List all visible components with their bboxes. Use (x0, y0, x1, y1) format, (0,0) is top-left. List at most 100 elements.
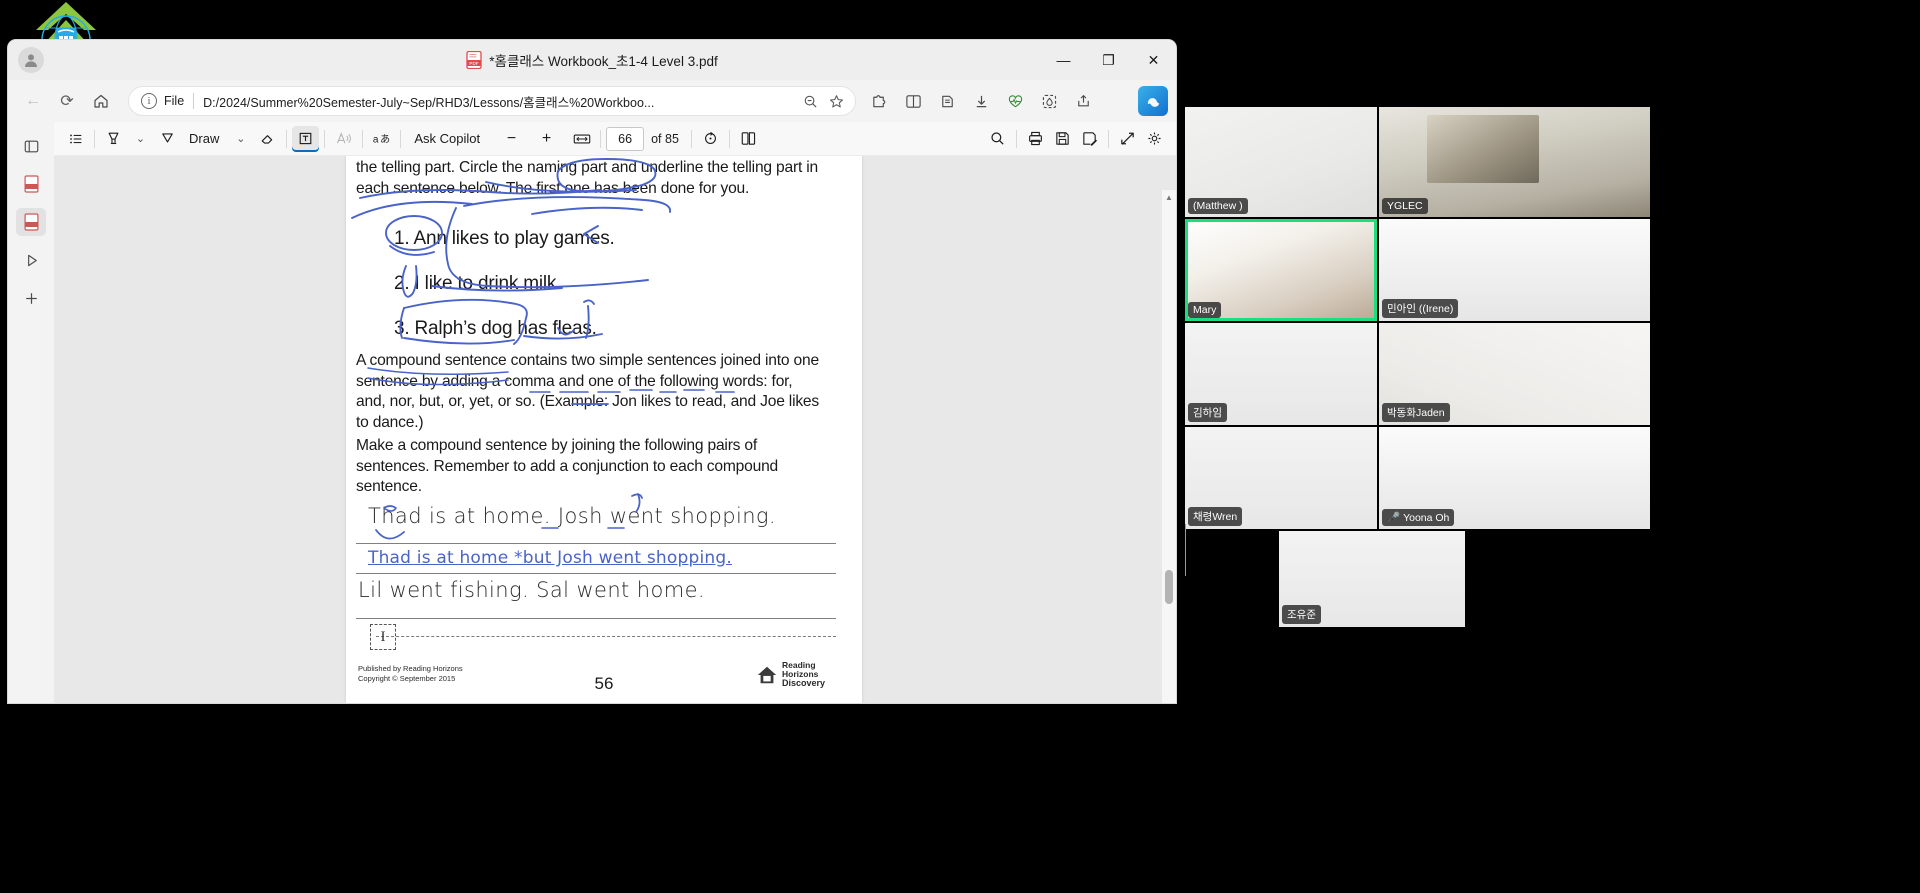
writing-rule-1 (356, 543, 836, 544)
save-as-button[interactable] (1076, 126, 1103, 152)
browser-essentials-button[interactable] (998, 86, 1032, 116)
draw-options-dropdown[interactable]: ⌄ (227, 126, 254, 152)
draw-label[interactable]: Draw (181, 131, 227, 146)
window-controls: — ❐ ✕ (1041, 40, 1176, 80)
edge-sidebar (8, 122, 54, 703)
minimize-button[interactable]: — (1041, 40, 1086, 80)
add-text-button[interactable] (292, 125, 320, 152)
copilot-icon (1147, 97, 1159, 107)
copilot-button[interactable] (1138, 86, 1168, 116)
home-icon (94, 94, 108, 108)
toolbar-divider (1108, 129, 1109, 148)
pen-icon (162, 133, 173, 143)
fit-width-button[interactable] (568, 126, 595, 152)
rotate-button[interactable] (697, 126, 724, 152)
publisher-line-1: Published by Reading Horizons (358, 664, 463, 673)
toolbar-divider (400, 129, 402, 148)
download-icon (976, 95, 986, 107)
save-button[interactable] (1049, 126, 1076, 152)
video-tile[interactable]: 박동화Jaden (1379, 323, 1650, 425)
active-tab[interactable]: PDF *홈클래스 Workbook_초1-4 Level 3.pdf (8, 40, 1176, 80)
extensions-button[interactable] (862, 86, 896, 116)
participant-name: 민아인 ((Irene) (1382, 299, 1459, 318)
highlight-color-dropdown[interactable]: ⌄ (127, 126, 154, 152)
highlight-button[interactable] (100, 126, 127, 152)
sidebar-item-add[interactable] (16, 284, 46, 312)
fullscreen-button[interactable] (1114, 126, 1141, 152)
draw-tool-button[interactable] (154, 126, 181, 152)
collections-button[interactable] (930, 86, 964, 116)
address-bar[interactable]: i File D:/2024/Summer%20Semester-July~Se… (128, 86, 856, 116)
video-tile[interactable]: (Matthew ) (1185, 107, 1377, 217)
text-cursor-box[interactable]: I (370, 624, 396, 650)
scroll-up-arrow[interactable]: ▲ (1162, 190, 1176, 204)
scrollbar-thumb[interactable] (1165, 570, 1173, 604)
search-icon (991, 132, 1004, 145)
table-of-contents-button[interactable] (62, 126, 89, 152)
video-tile[interactable]: 채령Wren (1185, 427, 1377, 529)
search-button[interactable] (984, 126, 1011, 152)
toolbar-divider (362, 129, 364, 148)
close-button[interactable]: ✕ (1131, 40, 1176, 80)
split-screen-button[interactable] (896, 86, 930, 116)
sidebar-item-play[interactable] (16, 246, 46, 274)
video-tile[interactable]: 조유준 (1279, 531, 1465, 627)
svg-text:a: a (373, 134, 379, 145)
eraser-button[interactable] (254, 126, 281, 152)
save-icon (1056, 132, 1069, 145)
video-tile[interactable]: 🎤 Yoona Oh (1379, 427, 1650, 529)
page-layout-icon (741, 132, 756, 145)
collections-icon (941, 95, 953, 107)
pdf-file-icon (24, 213, 39, 231)
video-conference-panel: (Matthew ) YGLEC Mary 민아인 ((Irene) 김하임 박… (1185, 107, 1650, 627)
page-layout-button[interactable] (735, 126, 762, 152)
drop-button[interactable] (1032, 86, 1066, 116)
read-aloud-button[interactable] (330, 126, 357, 152)
page-number-input[interactable]: 66 (606, 126, 645, 151)
sidebar-item-panel-toggle[interactable] (16, 132, 46, 160)
pdf-viewer: ⌄ Draw ⌄ a あ Ask Copilot − + 66 of 85 th… (54, 122, 1176, 703)
pdf-page-viewport[interactable]: the telling part. Circle the naming part… (54, 156, 1176, 703)
favorite-star-icon[interactable] (823, 88, 849, 114)
toolbar-divider (1016, 129, 1017, 148)
print-button[interactable] (1022, 126, 1049, 152)
pdf-scrollbar[interactable]: ▲ ▼ (1162, 190, 1176, 703)
toolbar-divider (324, 129, 326, 148)
pdf-page[interactable]: the telling part. Circle the naming part… (346, 156, 862, 703)
zoom-indicator-icon[interactable] (797, 88, 823, 114)
participant-name: 조유준 (1282, 605, 1321, 624)
home-button[interactable] (84, 86, 118, 116)
video-tile[interactable]: 김하임 (1185, 323, 1377, 425)
navigation-bar: ← ⟳ i File D:/2024/Summer%20Semester-Jul… (8, 80, 1176, 122)
maximize-button[interactable]: ❐ (1086, 40, 1131, 80)
downloads-button[interactable] (964, 86, 998, 116)
ask-copilot-button[interactable]: Ask Copilot (406, 131, 488, 146)
more-settings-button[interactable]: ellipsis-icon (1100, 86, 1134, 116)
save-as-icon (1083, 132, 1098, 146)
pdf-toolbar: ⌄ Draw ⌄ a あ Ask Copilot − + 66 of 85 (54, 122, 1176, 156)
video-tile[interactable]: YGLEC (1379, 107, 1650, 217)
participant-name-text: Yoona Oh (1403, 512, 1450, 524)
screen: PDF *홈클래스 Workbook_초1-4 Level 3.pdf — ❐ … (0, 0, 1920, 893)
muted-mic-icon: 🎤 (1387, 512, 1401, 524)
play-icon (27, 254, 37, 266)
back-button[interactable]: ← (16, 86, 50, 116)
site-info-icon[interactable]: i (141, 93, 157, 109)
video-tile-active-speaker[interactable]: Mary (1185, 219, 1377, 321)
sidebar-item-pdf-1[interactable] (16, 170, 46, 198)
reading-horizons-logo: Reading Horizons Discovery (756, 661, 848, 688)
handwriting-prompt-2: Lil went fishing. Sal went home. (358, 578, 705, 602)
video-tile[interactable]: 민아인 ((Irene) (1379, 219, 1650, 321)
browser-content: ⌄ Draw ⌄ a あ Ask Copilot − + 66 of 85 th… (8, 122, 1176, 703)
sidebar-item-pdf-2[interactable] (16, 208, 46, 236)
logo-text: Reading Horizons Discovery (782, 661, 825, 688)
text-cursor-glyph: I (380, 628, 386, 645)
refresh-button[interactable]: ⟳ (50, 86, 84, 116)
share-button[interactable] (1066, 86, 1100, 116)
pdf-settings-button[interactable] (1141, 126, 1168, 152)
participant-name: Mary (1188, 302, 1222, 318)
translate-button[interactable]: aあ (368, 126, 395, 152)
zoom-out-button[interactable]: − (498, 126, 525, 152)
panel-resize-grip[interactable] (1185, 524, 1189, 576)
zoom-in-button[interactable]: + (533, 126, 560, 152)
